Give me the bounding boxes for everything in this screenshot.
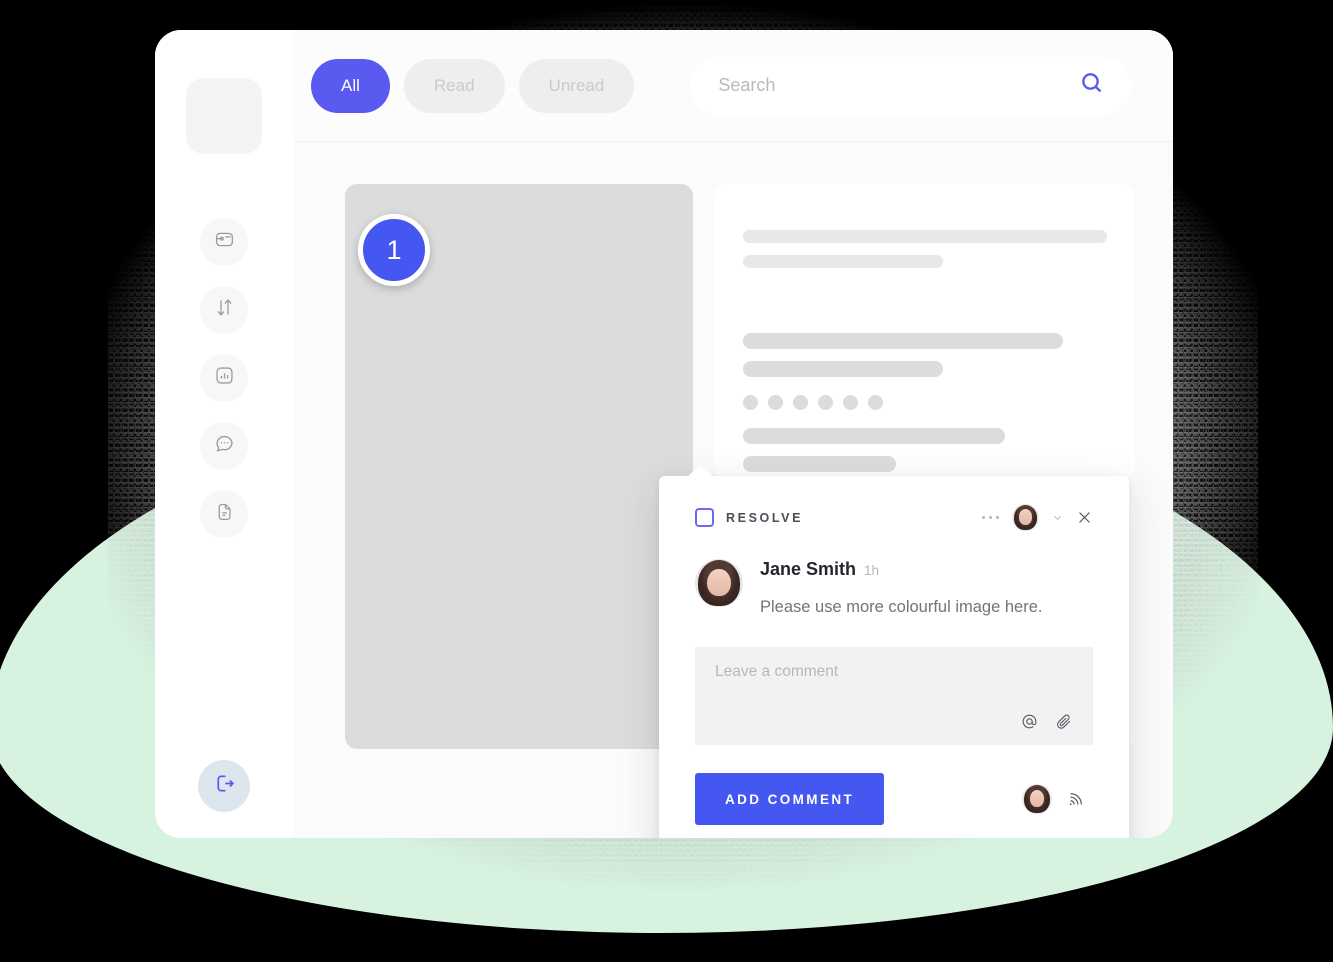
skeleton-dot <box>843 395 858 410</box>
topbar: All Read Unread Search <box>293 30 1173 142</box>
resolve-toggle[interactable]: RESOLVE <box>695 508 803 527</box>
logout-icon <box>213 772 236 800</box>
sidebar-item-reports[interactable] <box>200 354 248 402</box>
skeleton-bar <box>743 255 944 268</box>
skeleton-bar <box>743 230 1107 243</box>
skeleton-dot <box>793 395 808 410</box>
resolve-label: RESOLVE <box>726 510 804 525</box>
sidebar-nav <box>200 218 248 538</box>
sidebar-item-documents[interactable] <box>200 490 248 538</box>
sidebar <box>155 30 293 838</box>
comment-item: Jane Smith 1h Please use more colourful i… <box>695 559 1093 619</box>
comment-timestamp: 1h <box>864 563 880 578</box>
popup-header: RESOLVE <box>695 504 1093 531</box>
broadcast-icon[interactable] <box>1066 790 1085 809</box>
skeleton-bar <box>743 428 1006 444</box>
search-icon[interactable] <box>1079 70 1105 101</box>
document-icon <box>214 501 235 527</box>
main-area: All Read Unread Search 1 RESOLVE Jane Sm… <box>293 30 1173 838</box>
popup-pointer <box>687 465 713 477</box>
logo-placeholder[interactable] <box>186 78 262 154</box>
skeleton-dot <box>818 395 833 410</box>
sidebar-item-inbox[interactable] <box>200 218 248 266</box>
at-mention-icon[interactable] <box>1020 712 1039 731</box>
inbox-icon <box>214 229 235 255</box>
sidebar-item-logout[interactable] <box>198 760 250 812</box>
add-comment-button[interactable]: ADD COMMENT <box>695 773 885 826</box>
skeleton-card-1 <box>715 184 1135 480</box>
comment-author: Jane Smith <box>760 559 857 579</box>
page-root: All Read Unread Search 1 RESOLVE Jane Sm… <box>0 0 1333 962</box>
skeleton-dot <box>743 395 758 410</box>
skeleton-dot <box>868 395 883 410</box>
comment-meta: Jane Smith 1h <box>760 559 1093 580</box>
comment-pin-badge[interactable]: 1 <box>358 214 430 286</box>
app-window: All Read Unread Search 1 RESOLVE Jane Sm… <box>155 30 1173 838</box>
chart-icon <box>214 365 235 391</box>
comment-popup: RESOLVE Jane Smith 1h Please use more co… <box>659 465 1129 838</box>
kebab-icon[interactable] <box>981 515 999 520</box>
tab-read[interactable]: Read <box>403 58 505 113</box>
skeleton-bar <box>743 333 1064 349</box>
skeleton-bar <box>743 456 896 472</box>
comment-input-placeholder: Leave a comment <box>715 663 839 681</box>
popup-footer-actions <box>1022 784 1093 815</box>
close-icon[interactable] <box>1076 509 1093 526</box>
tab-all[interactable]: All <box>311 58 390 113</box>
sort-arrows-icon <box>214 297 235 323</box>
chevron-down-icon[interactable] <box>1052 512 1063 523</box>
avatar <box>695 559 743 607</box>
comment-text: Please use more colourful image here. <box>760 598 1043 616</box>
skeleton-dots <box>743 395 1107 410</box>
search-placeholder: Search <box>718 75 776 95</box>
tab-unread[interactable]: Unread <box>518 58 635 113</box>
chat-bubble-icon <box>214 433 235 459</box>
popup-footer: ADD COMMENT <box>695 773 1093 826</box>
sidebar-item-messages[interactable] <box>200 422 248 470</box>
composer-actions <box>1020 712 1073 731</box>
assignee-avatar[interactable] <box>1012 504 1039 531</box>
resolve-checkbox[interactable] <box>695 508 714 527</box>
image-placeholder-card: 1 <box>345 184 693 749</box>
skeleton-bar <box>743 361 944 377</box>
comment-body: Jane Smith 1h Please use more colourful i… <box>760 559 1093 619</box>
current-user-avatar[interactable] <box>1022 784 1052 815</box>
comment-input[interactable]: Leave a comment <box>695 647 1093 746</box>
skeleton-dot <box>768 395 783 410</box>
popup-header-actions <box>981 504 1094 531</box>
content-area: 1 RESOLVE Jane Smith 1h Please use more … <box>293 142 1173 838</box>
paperclip-icon[interactable] <box>1054 712 1073 731</box>
search-input[interactable]: Search <box>690 56 1131 115</box>
sidebar-item-transfers[interactable] <box>200 286 248 334</box>
